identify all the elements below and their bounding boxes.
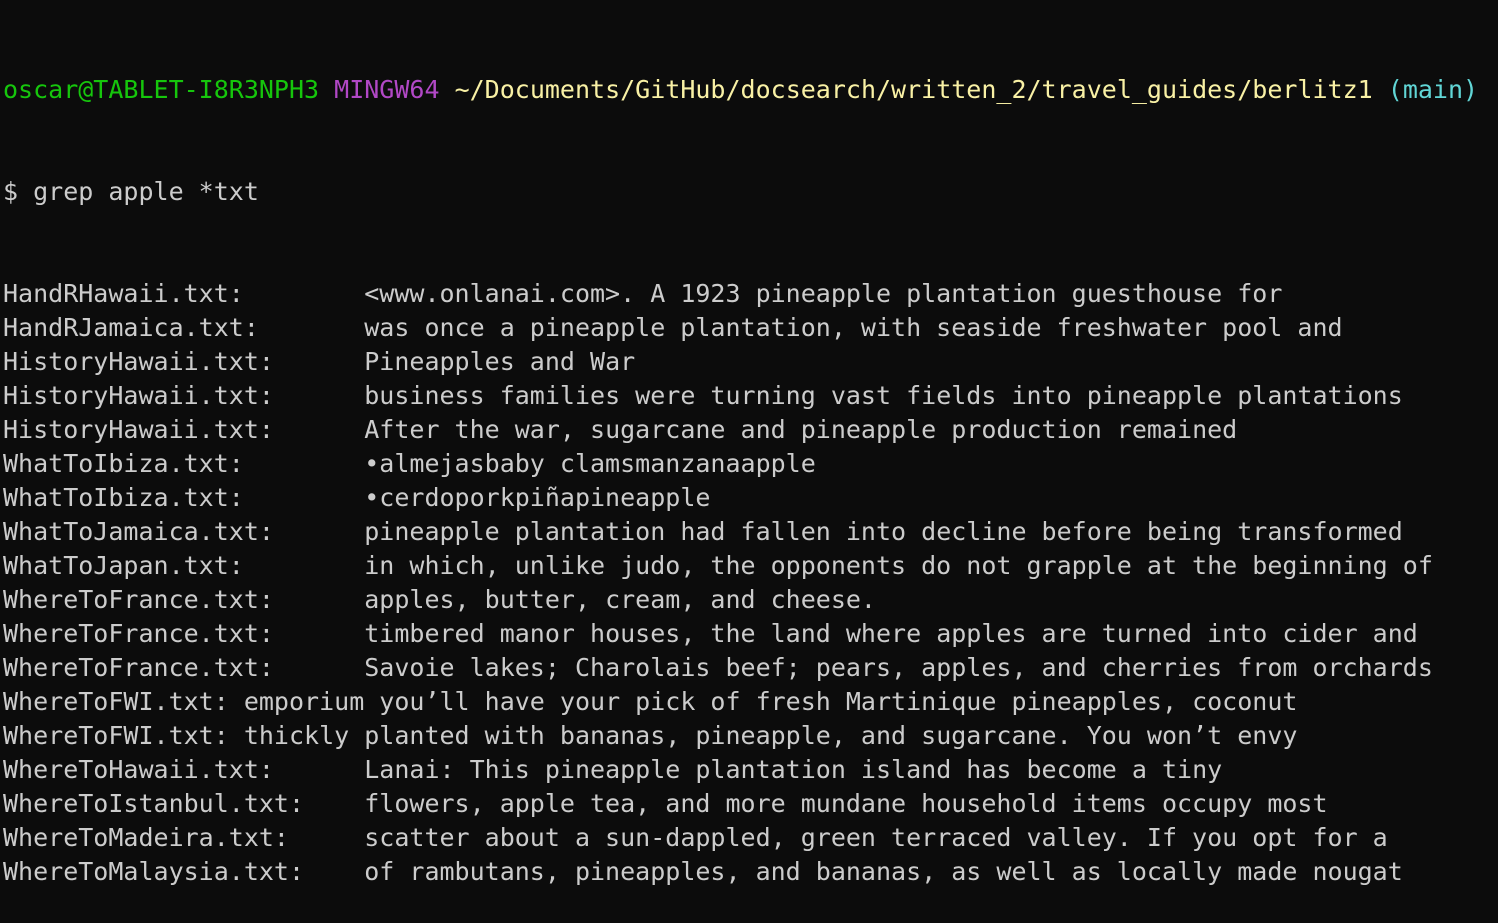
result-line: WhereToMalaysia.txt: of rambutans, pinea… xyxy=(3,855,1498,889)
result-line: WhereToIstanbul.txt: flowers, apple tea,… xyxy=(3,787,1498,821)
result-filename: WhatToJapan.txt: xyxy=(3,551,244,580)
prompt-branch: (main) xyxy=(1387,75,1479,104)
result-match: was once a pineapple plantation, with se… xyxy=(258,313,1343,342)
result-match: <www.onlanai.com>. A 1923 pineapple plan… xyxy=(243,279,1283,308)
result-line: WhatToIbiza.txt: •almejasbaby clamsmanza… xyxy=(3,447,1498,481)
result-match: Pineapples and War xyxy=(273,347,636,376)
result-filename: WhereToFrance.txt: xyxy=(3,585,274,614)
result-filename: HistoryHawaii.txt: xyxy=(3,381,274,410)
prompt-cwd: ~/Documents/GitHub/docsearch/written_2/t… xyxy=(454,75,1373,104)
result-filename: WhatToIbiza.txt: xyxy=(3,483,244,512)
result-line: HistoryHawaii.txt: After the war, sugarc… xyxy=(3,413,1498,447)
result-line: WhatToJapan.txt: in which, unlike judo, … xyxy=(3,549,1498,583)
prompt-system: MINGW64 xyxy=(334,75,440,104)
result-match: Savoie lakes; Charolais beef; pears, app… xyxy=(273,653,1433,682)
result-match: •almejasbaby clamsmanzanaapple xyxy=(243,449,816,478)
result-filename: WhereToFWI.txt: xyxy=(3,721,229,750)
result-line: WhatToJamaica.txt: pineapple plantation … xyxy=(3,515,1498,549)
result-filename: WhereToMalaysia.txt: xyxy=(3,857,305,886)
result-match: •cerdoporkpiñapineapple xyxy=(243,483,711,512)
terminal-window[interactable]: oscar@TABLET-I8R3NPH3 MINGW64 ~/Document… xyxy=(0,0,1498,886)
result-filename: WhatToJamaica.txt: xyxy=(3,517,274,546)
result-match: timbered manor houses, the land where ap… xyxy=(273,619,1418,648)
result-line: WhereToFrance.txt: timbered manor houses… xyxy=(3,617,1498,651)
result-filename: WhereToFWI.txt: xyxy=(3,687,229,716)
result-filename: WhereToFrance.txt: xyxy=(3,653,274,682)
result-line: WhereToFrance.txt: apples, butter, cream… xyxy=(3,583,1498,617)
result-match: flowers, apple tea, and more mundane hou… xyxy=(304,789,1328,818)
result-match: in which, unlike judo, the opponents do … xyxy=(243,551,1433,580)
result-filename: HistoryHawaii.txt: xyxy=(3,415,274,444)
result-line: WhatToIbiza.txt: •cerdoporkpiñapineapple xyxy=(3,481,1498,515)
result-filename: HistoryHawaii.txt: xyxy=(3,347,274,376)
result-filename: HandRHawaii.txt: xyxy=(3,279,244,308)
result-line: HandRJamaica.txt: was once a pineapple p… xyxy=(3,311,1498,345)
result-filename: WhereToHawaii.txt: xyxy=(3,755,274,784)
result-match: Lanai: This pineapple plantation island … xyxy=(273,755,1223,784)
result-line: HistoryHawaii.txt: business families wer… xyxy=(3,379,1498,413)
result-match: After the war, sugarcane and pineapple p… xyxy=(273,415,1238,444)
prompt-user-host: oscar@TABLET-I8R3NPH3 xyxy=(3,75,320,104)
result-line: WhereToFWI.txt: thickly planted with ban… xyxy=(3,719,1498,753)
result-line: WhereToMadeira.txt: scatter about a sun-… xyxy=(3,821,1498,855)
result-line: WhereToFWI.txt: emporium you’ll have you… xyxy=(3,685,1498,719)
result-line: HistoryHawaii.txt: Pineapples and War xyxy=(3,345,1498,379)
result-filename: WhereToMadeira.txt: xyxy=(3,823,289,852)
result-match: thickly planted with bananas, pineapple,… xyxy=(228,721,1298,750)
grep-results: HandRHawaii.txt: <www.onlanai.com>. A 19… xyxy=(3,277,1498,889)
result-filename: WhereToFrance.txt: xyxy=(3,619,274,648)
result-match: business families were turning vast fiel… xyxy=(273,381,1403,410)
result-match: apples, butter, cream, and cheese. xyxy=(273,585,876,614)
result-line: WhereToHawaii.txt: Lanai: This pineapple… xyxy=(3,753,1498,787)
command-line: $ grep apple *txt xyxy=(3,177,259,206)
result-filename: WhatToIbiza.txt: xyxy=(3,449,244,478)
result-line: HandRHawaii.txt: <www.onlanai.com>. A 19… xyxy=(3,277,1498,311)
prompt-line: oscar@TABLET-I8R3NPH3 MINGW64 ~/Document… xyxy=(3,73,1498,107)
result-line: WhereToFrance.txt: Savoie lakes; Charola… xyxy=(3,651,1498,685)
result-match: emporium you’ll have your pick of fresh … xyxy=(228,687,1298,716)
result-filename: WhereToIstanbul.txt: xyxy=(3,789,305,818)
result-match: of rambutans, pineapples, and bananas, a… xyxy=(304,857,1403,886)
result-filename: HandRJamaica.txt: xyxy=(3,313,259,342)
result-match: pineapple plantation had fallen into dec… xyxy=(273,517,1403,546)
result-match: scatter about a sun-dappled, green terra… xyxy=(288,823,1388,852)
